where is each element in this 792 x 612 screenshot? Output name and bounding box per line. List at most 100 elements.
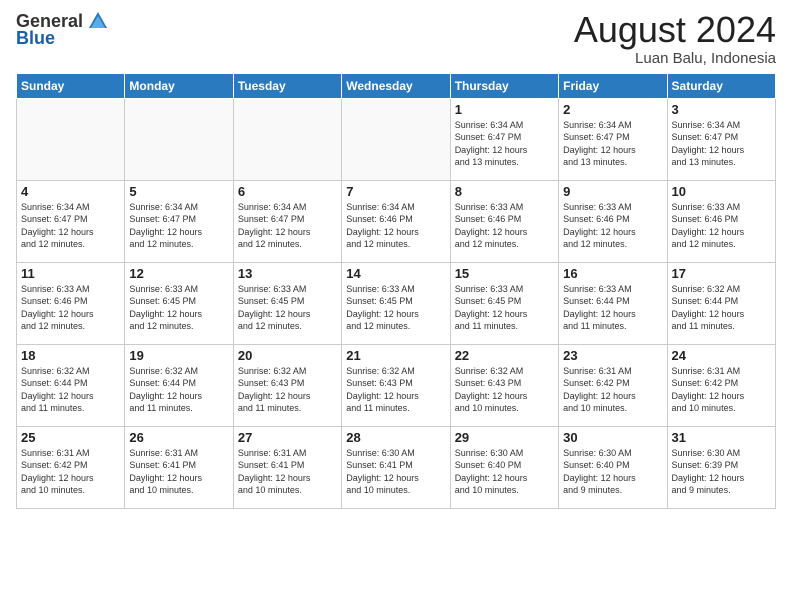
day-number: 9 [563,184,662,199]
day-number: 19 [129,348,228,363]
day-number: 20 [238,348,337,363]
cell-info: Sunrise: 6:31 AM Sunset: 6:42 PM Dayligh… [672,365,771,415]
table-row: 9 Sunrise: 6:33 AM Sunset: 6:46 PM Daylig… [559,180,667,262]
logo-icon [87,10,109,32]
day-number: 17 [672,266,771,281]
table-row: 20 Sunrise: 6:32 AM Sunset: 6:43 PM Dayli… [233,344,341,426]
table-row: 26 Sunrise: 6:31 AM Sunset: 6:41 PM Dayli… [125,426,233,508]
cell-info: Sunrise: 6:34 AM Sunset: 6:47 PM Dayligh… [672,119,771,169]
cell-info: Sunrise: 6:32 AM Sunset: 6:44 PM Dayligh… [129,365,228,415]
day-number: 27 [238,430,337,445]
table-row: 21 Sunrise: 6:32 AM Sunset: 6:43 PM Dayli… [342,344,450,426]
cell-info: Sunrise: 6:32 AM Sunset: 6:43 PM Dayligh… [346,365,445,415]
day-number: 5 [129,184,228,199]
day-number: 4 [21,184,120,199]
day-number: 15 [455,266,554,281]
cell-info: Sunrise: 6:32 AM Sunset: 6:43 PM Dayligh… [238,365,337,415]
day-number: 29 [455,430,554,445]
cell-info: Sunrise: 6:33 AM Sunset: 6:46 PM Dayligh… [563,201,662,251]
cell-info: Sunrise: 6:33 AM Sunset: 6:45 PM Dayligh… [346,283,445,333]
cell-info: Sunrise: 6:31 AM Sunset: 6:41 PM Dayligh… [129,447,228,497]
title-section: August 2024 Luan Balu, Indonesia [574,10,776,67]
cell-info: Sunrise: 6:33 AM Sunset: 6:46 PM Dayligh… [455,201,554,251]
table-row: 4 Sunrise: 6:34 AM Sunset: 6:47 PM Daylig… [17,180,125,262]
day-number: 23 [563,348,662,363]
cell-info: Sunrise: 6:32 AM Sunset: 6:44 PM Dayligh… [672,283,771,333]
table-row: 22Sunrise: 6:32 AM Sunset: 6:43 PM Dayli… [450,344,558,426]
day-number: 21 [346,348,445,363]
day-number: 31 [672,430,771,445]
table-row: 19 Sunrise: 6:32 AM Sunset: 6:44 PM Dayli… [125,344,233,426]
col-thursday: Thursday [450,73,558,98]
cell-info: Sunrise: 6:33 AM Sunset: 6:46 PM Dayligh… [21,283,120,333]
col-sunday: Sunday [17,73,125,98]
table-row: 6 Sunrise: 6:34 AM Sunset: 6:47 PM Daylig… [233,180,341,262]
day-number: 12 [129,266,228,281]
day-number: 13 [238,266,337,281]
cell-info: Sunrise: 6:33 AM Sunset: 6:45 PM Dayligh… [238,283,337,333]
calendar-table: Sunday Monday Tuesday Wednesday Thursday… [16,73,776,509]
week-row-0: 1 Sunrise: 6:34 AM Sunset: 6:47 PM Daylig… [17,98,776,180]
day-number: 11 [21,266,120,281]
day-number: 28 [346,430,445,445]
day-number: 25 [21,430,120,445]
table-row: 1 Sunrise: 6:34 AM Sunset: 6:47 PM Daylig… [450,98,558,180]
table-row: 7 Sunrise: 6:34 AM Sunset: 6:46 PM Daylig… [342,180,450,262]
day-number: 14 [346,266,445,281]
cell-info: Sunrise: 6:34 AM Sunset: 6:47 PM Dayligh… [238,201,337,251]
day-number: 8 [455,184,554,199]
day-number: 3 [672,102,771,117]
cell-info: Sunrise: 6:34 AM Sunset: 6:47 PM Dayligh… [455,119,554,169]
table-row: 27 Sunrise: 6:31 AM Sunset: 6:41 PM Dayli… [233,426,341,508]
table-row: 31Sunrise: 6:30 AM Sunset: 6:39 PM Dayli… [667,426,775,508]
table-row: 30Sunrise: 6:30 AM Sunset: 6:40 PM Dayli… [559,426,667,508]
table-row: 11 Sunrise: 6:33 AM Sunset: 6:46 PM Dayli… [17,262,125,344]
week-row-3: 18 Sunrise: 6:32 AM Sunset: 6:44 PM Dayli… [17,344,776,426]
cell-info: Sunrise: 6:32 AM Sunset: 6:44 PM Dayligh… [21,365,120,415]
month-title: August 2024 [574,10,776,50]
day-number: 22 [455,348,554,363]
table-row: 24Sunrise: 6:31 AM Sunset: 6:42 PM Dayli… [667,344,775,426]
day-number: 26 [129,430,228,445]
table-row: 3 Sunrise: 6:34 AM Sunset: 6:47 PM Daylig… [667,98,775,180]
day-number: 10 [672,184,771,199]
table-row: 5 Sunrise: 6:34 AM Sunset: 6:47 PM Daylig… [125,180,233,262]
table-row: 15 Sunrise: 6:33 AM Sunset: 6:45 PM Dayli… [450,262,558,344]
col-tuesday: Tuesday [233,73,341,98]
table-row: 2Sunrise: 6:34 AM Sunset: 6:47 PM Daylig… [559,98,667,180]
table-row: 13 Sunrise: 6:33 AM Sunset: 6:45 PM Dayli… [233,262,341,344]
table-row: 8 Sunrise: 6:33 AM Sunset: 6:46 PM Daylig… [450,180,558,262]
cell-info: Sunrise: 6:34 AM Sunset: 6:47 PM Dayligh… [21,201,120,251]
location: Luan Balu, Indonesia [574,50,776,67]
table-row: 29 Sunrise: 6:30 AM Sunset: 6:40 PM Dayli… [450,426,558,508]
day-number: 16 [563,266,662,281]
cell-info: Sunrise: 6:34 AM Sunset: 6:47 PM Dayligh… [129,201,228,251]
day-number: 2 [563,102,662,117]
day-number: 30 [563,430,662,445]
cell-info: Sunrise: 6:31 AM Sunset: 6:41 PM Dayligh… [238,447,337,497]
cell-info: Sunrise: 6:33 AM Sunset: 6:45 PM Dayligh… [129,283,228,333]
week-row-4: 25 Sunrise: 6:31 AM Sunset: 6:42 PM Dayli… [17,426,776,508]
day-number: 6 [238,184,337,199]
day-number: 1 [455,102,554,117]
day-number: 18 [21,348,120,363]
cell-info: Sunrise: 6:30 AM Sunset: 6:40 PM Dayligh… [455,447,554,497]
week-row-2: 11 Sunrise: 6:33 AM Sunset: 6:46 PM Dayli… [17,262,776,344]
cell-info: Sunrise: 6:34 AM Sunset: 6:46 PM Dayligh… [346,201,445,251]
table-row: 10Sunrise: 6:33 AM Sunset: 6:46 PM Dayli… [667,180,775,262]
cell-info: Sunrise: 6:33 AM Sunset: 6:45 PM Dayligh… [455,283,554,333]
table-row: 16Sunrise: 6:33 AM Sunset: 6:44 PM Dayli… [559,262,667,344]
table-row: 23Sunrise: 6:31 AM Sunset: 6:42 PM Dayli… [559,344,667,426]
table-row [125,98,233,180]
table-row: 14 Sunrise: 6:33 AM Sunset: 6:45 PM Dayli… [342,262,450,344]
table-row: 18 Sunrise: 6:32 AM Sunset: 6:44 PM Dayli… [17,344,125,426]
logo: General Blue [16,10,109,49]
day-number: 7 [346,184,445,199]
col-monday: Monday [125,73,233,98]
col-saturday: Saturday [667,73,775,98]
table-row: 17 Sunrise: 6:32 AM Sunset: 6:44 PM Dayli… [667,262,775,344]
col-wednesday: Wednesday [342,73,450,98]
table-row: 25 Sunrise: 6:31 AM Sunset: 6:42 PM Dayli… [17,426,125,508]
cell-info: Sunrise: 6:31 AM Sunset: 6:42 PM Dayligh… [21,447,120,497]
col-friday: Friday [559,73,667,98]
